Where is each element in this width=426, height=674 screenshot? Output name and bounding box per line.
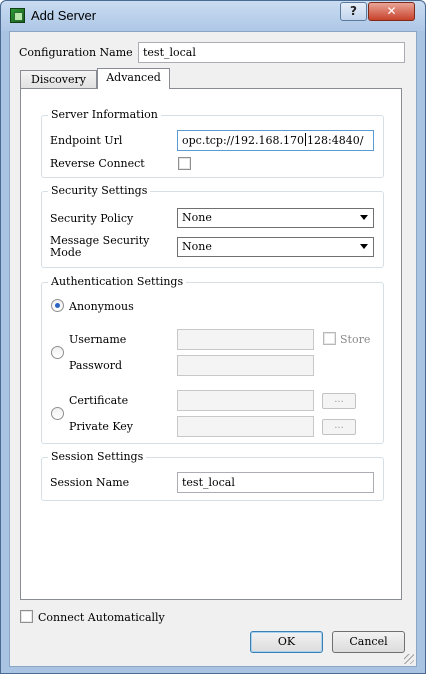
message-security-mode-label: Message Security Mode — [50, 235, 149, 259]
message-security-mode-value: None — [182, 240, 212, 253]
endpoint-url-text-after-caret: 128:4840/ — [307, 134, 364, 147]
configuration-name-label: Configuration Name — [19, 46, 133, 59]
help-button[interactable]: ? — [340, 2, 367, 21]
ok-button[interactable]: OK — [250, 631, 323, 653]
resize-grip[interactable] — [404, 654, 414, 664]
message-security-mode-select[interactable]: None — [177, 237, 374, 257]
username-password-radio[interactable] — [51, 346, 64, 359]
username-label: Username — [69, 333, 127, 346]
divider — [50, 320, 374, 321]
chevron-down-icon — [360, 244, 368, 249]
dialog-client-area: Configuration Name test_local Discovery … — [9, 31, 417, 667]
configuration-name-input[interactable]: test_local — [138, 42, 405, 63]
title-bar[interactable]: Add Server ? ✕ — [1, 1, 425, 31]
session-settings-title: Session Settings — [48, 450, 147, 463]
tab-discovery[interactable]: Discovery — [20, 70, 97, 89]
authentication-settings-title: Authentication Settings — [48, 275, 187, 288]
certificate-radio[interactable] — [51, 407, 64, 420]
text-caret — [305, 133, 307, 146]
window-title: Add Server — [31, 8, 97, 23]
certificate-input[interactable] — [177, 390, 314, 411]
username-input[interactable] — [177, 329, 314, 350]
private-key-input[interactable] — [177, 416, 314, 437]
store-checkbox[interactable] — [323, 332, 336, 345]
close-button[interactable]: ✕ — [368, 2, 415, 21]
endpoint-url-input[interactable]: opc.tcp://192.168.170 128:4840/ — [177, 130, 374, 151]
authentication-settings-group: Authentication Settings Anonymous Userna… — [41, 275, 384, 444]
security-settings-title: Security Settings — [48, 184, 151, 197]
add-server-window: Add Server ? ✕ Configuration Name test_l… — [0, 0, 426, 674]
session-name-label: Session Name — [50, 476, 130, 489]
message-security-mode-label-line2: Mode — [50, 246, 82, 259]
server-information-title: Server Information — [48, 108, 161, 121]
connect-automatically-checkbox[interactable] — [20, 610, 33, 623]
chevron-down-icon — [360, 215, 368, 220]
anonymous-label: Anonymous — [69, 300, 134, 313]
browse-certificate-button[interactable]: ... — [322, 393, 356, 409]
anonymous-radio[interactable] — [51, 299, 64, 312]
endpoint-url-label: Endpoint Url — [50, 134, 123, 147]
security-policy-value: None — [182, 211, 212, 224]
close-icon: ✕ — [386, 4, 397, 18]
security-policy-select[interactable]: None — [177, 208, 374, 228]
password-input[interactable] — [177, 355, 314, 376]
connect-automatically-label: Connect Automatically — [38, 611, 165, 624]
divider — [50, 381, 374, 382]
advanced-tab-panel: Server Information Endpoint Url opc.tcp:… — [20, 88, 402, 600]
private-key-label: Private Key — [69, 420, 134, 433]
session-settings-group: Session Settings Session Name test_local — [41, 450, 384, 501]
reverse-connect-checkbox[interactable] — [178, 157, 191, 170]
cancel-button[interactable]: Cancel — [332, 631, 405, 653]
reverse-connect-label: Reverse Connect — [50, 157, 145, 170]
certificate-label: Certificate — [69, 394, 129, 407]
password-label: Password — [69, 359, 123, 372]
security-settings-group: Security Settings Security Policy None M… — [41, 184, 384, 268]
store-label: Store — [340, 333, 371, 346]
browse-private-key-button[interactable]: ... — [322, 419, 356, 435]
server-information-group: Server Information Endpoint Url opc.tcp:… — [41, 108, 384, 178]
help-icon: ? — [350, 4, 357, 18]
endpoint-url-text-before-caret: opc.tcp://192.168.170 — [182, 134, 305, 147]
security-policy-label: Security Policy — [50, 212, 134, 225]
app-icon — [10, 8, 25, 23]
tab-advanced[interactable]: Advanced — [97, 68, 170, 89]
session-name-input[interactable]: test_local — [177, 472, 374, 493]
